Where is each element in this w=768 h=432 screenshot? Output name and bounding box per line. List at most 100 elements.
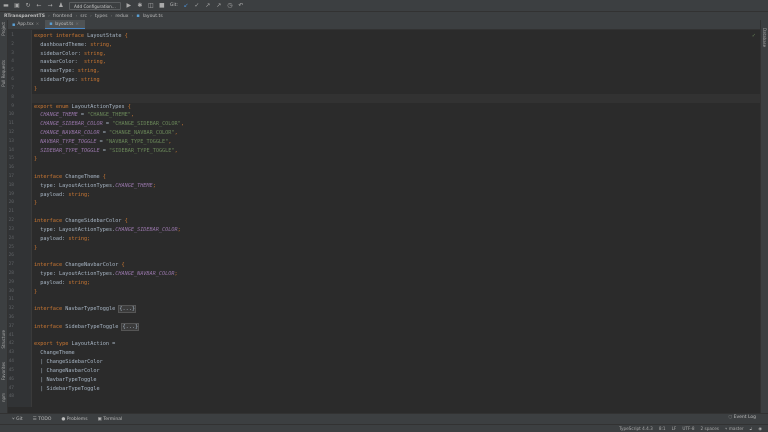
- code-lines[interactable]: 1 export interface LayoutState {2 dashboa…: [9, 32, 760, 402]
- event-log-button[interactable]: ◌ Event Log: [728, 415, 756, 420]
- back-icon[interactable]: ←: [36, 2, 42, 9]
- code-text: sidebarColor: string,: [32, 51, 106, 57]
- code-line[interactable]: 42 export type LayoutAction =: [9, 340, 760, 349]
- memory-indicator-icon[interactable]: ◉: [758, 426, 762, 431]
- editor-tabs: ▪ App.tsx × ▪ layout.ts ×: [8, 20, 760, 30]
- run-icon[interactable]: ▶: [126, 2, 132, 9]
- cursor-position[interactable]: 8:1: [659, 426, 666, 431]
- sync-icon[interactable]: ↻: [25, 2, 31, 9]
- database-tool-button[interactable]: Database: [762, 28, 767, 47]
- code-line[interactable]: 46 | NavbarTypeToggle: [9, 376, 760, 385]
- code-line[interactable]: 48: [9, 393, 760, 402]
- code-line[interactable]: 2 dashboardTheme: string,: [11, 41, 760, 50]
- code-line[interactable]: 21: [9, 208, 760, 217]
- code-line[interactable]: 12 CHANGE_NAVBAR_COLOR = "CHANGE_NAVBAR_…: [9, 129, 760, 138]
- code-line[interactable]: 4 navbarColor: string,: [11, 58, 760, 67]
- code-line[interactable]: 29 payload: string;: [9, 279, 760, 288]
- file-encoding[interactable]: UTF-8: [682, 426, 694, 431]
- code-line[interactable]: 19 payload: string;: [9, 191, 760, 200]
- code-line[interactable]: 3 sidebarColor: string,: [11, 50, 760, 59]
- git-commit-icon[interactable]: ✓: [194, 2, 200, 9]
- breadcrumb-file[interactable]: layout.ts: [143, 14, 163, 19]
- code-line[interactable]: 43 ChangeTheme: [9, 349, 760, 358]
- git-push-icon[interactable]: ↗: [205, 2, 211, 9]
- breadcrumb-item[interactable]: src: [80, 14, 87, 19]
- code-line[interactable]: 41: [9, 332, 760, 341]
- code-token: }: [34, 244, 38, 251]
- save-icon[interactable]: ▣: [14, 2, 20, 9]
- code-line[interactable]: 17 interface ChangeTheme {: [9, 173, 760, 182]
- code-line[interactable]: 31: [9, 296, 760, 305]
- breadcrumb-item[interactable]: redux: [115, 14, 128, 19]
- code-line[interactable]: 14 SIDEBAR_TYPE_TOGGLE = "SIDEBAR_TYPE_T…: [9, 147, 760, 156]
- language-version[interactable]: TypeScript 4.4.3: [619, 426, 653, 431]
- code-line[interactable]: 37 interface SidebarTypeToggle {...}: [9, 322, 760, 332]
- code-line[interactable]: 24 payload: string;: [9, 235, 760, 244]
- todo-tool-button[interactable]: ☰ TODO: [33, 417, 52, 422]
- tab-app-tsx[interactable]: ▪ App.tsx ×: [8, 20, 45, 29]
- code-line[interactable]: 47 | SidebarTypeToggle: [9, 385, 760, 394]
- debug-icon[interactable]: ✱: [137, 2, 143, 9]
- code-line[interactable]: 36: [9, 314, 760, 323]
- code-line[interactable]: 20}: [9, 199, 760, 208]
- breadcrumb-item[interactable]: types: [95, 14, 108, 19]
- code-line[interactable]: 32 interface NavbarTypeToggle {...}: [9, 305, 760, 314]
- code-line[interactable]: 11 CHANGE_SIDEBAR_COLOR = "CHANGE_SIDEBA…: [9, 120, 760, 129]
- git-tool-button[interactable]: ⑂ Git: [12, 416, 23, 422]
- code-token: NavbarTypeToggle: [65, 306, 119, 313]
- git-branch[interactable]: ⑂ master: [725, 426, 744, 431]
- code-token: {: [124, 33, 128, 39]
- code-line[interactable]: 5 navbarType: string,: [11, 67, 760, 76]
- code-line[interactable]: 44 | ChangeSidebarColor: [9, 358, 760, 367]
- stop-icon[interactable]: ■: [159, 2, 165, 9]
- line-separator[interactable]: LF: [672, 426, 677, 431]
- indent-setting[interactable]: 2 spaces: [701, 426, 719, 431]
- user-icon[interactable]: ♟: [58, 2, 64, 9]
- add-configuration-button[interactable]: Add Configuration...: [69, 1, 121, 10]
- code-line[interactable]: 6 sidebarType: string: [11, 76, 760, 85]
- line-number: 47: [8, 385, 14, 391]
- breadcrumb-project[interactable]: RTransparentTS: [4, 14, 45, 19]
- coverage-icon[interactable]: ◫: [148, 2, 154, 9]
- line-number: 14: [8, 147, 14, 153]
- code-line[interactable]: 28 type: LayoutActionTypes.CHANGE_NAVBAR…: [9, 270, 760, 279]
- code-line[interactable]: 1 export interface LayoutState {: [11, 32, 760, 41]
- code-token: export enum: [34, 103, 72, 110]
- folded-region[interactable]: {...}: [121, 322, 140, 331]
- git-update-icon[interactable]: ↙: [183, 2, 189, 9]
- code-line[interactable]: 45 | ChangeNavbarColor: [9, 367, 760, 376]
- code-line[interactable]: 10 CHANGE_THEME = "CHANGE_THEME",: [9, 111, 760, 120]
- open-folder-icon[interactable]: ▬: [3, 2, 9, 9]
- history-icon[interactable]: ◷: [227, 2, 233, 9]
- code-line[interactable]: 8: [11, 93, 760, 103]
- code-line[interactable]: 27 interface ChangeNavbarColor {: [9, 261, 760, 270]
- lock-icon[interactable]: 🔓︎: [750, 426, 753, 431]
- code-line[interactable]: 16: [9, 164, 760, 173]
- code-line[interactable]: 9 export enum LayoutActionTypes {: [11, 103, 760, 112]
- code-token: CHANGE_THEME: [115, 182, 153, 189]
- breadcrumb-item[interactable]: frontend: [53, 14, 73, 19]
- code-line[interactable]: 25}: [9, 244, 760, 253]
- code-line[interactable]: 7}: [11, 85, 760, 94]
- code-line[interactable]: 22 interface ChangeSidebarColor {: [9, 217, 760, 226]
- code-line[interactable]: 30}: [9, 288, 760, 297]
- terminal-tool-button[interactable]: ▣ Terminal: [98, 417, 123, 422]
- code-editor[interactable]: ✓ 1 export interface LayoutState {2 dashb…: [9, 30, 760, 407]
- code-line[interactable]: 26: [9, 252, 760, 261]
- folded-region[interactable]: {...}: [118, 305, 136, 314]
- code-token: string: [68, 279, 88, 286]
- forward-icon[interactable]: →: [47, 2, 53, 9]
- tab-layout-ts[interactable]: ▪ layout.ts ×: [45, 20, 85, 29]
- close-icon[interactable]: ×: [36, 22, 40, 27]
- git-pull-icon[interactable]: ↗: [216, 2, 222, 9]
- problems-tool-button[interactable]: ● Problems: [61, 417, 87, 422]
- rollback-icon[interactable]: ↶: [238, 2, 244, 9]
- code-token: string: [80, 77, 100, 84]
- code-line[interactable]: 13 NAVBAR_TYPE_TOGGLE = "NAVBAR_TYPE_TOG…: [9, 138, 760, 147]
- code-token: }: [34, 200, 38, 207]
- close-icon[interactable]: ×: [75, 22, 79, 27]
- line-number: 10: [8, 112, 14, 118]
- code-line[interactable]: 15}: [9, 155, 760, 164]
- code-line[interactable]: 18 type: LayoutActionTypes.CHANGE_THEME;: [9, 182, 760, 191]
- code-line[interactable]: 23 type: LayoutActionTypes.CHANGE_SIDEBA…: [9, 226, 760, 235]
